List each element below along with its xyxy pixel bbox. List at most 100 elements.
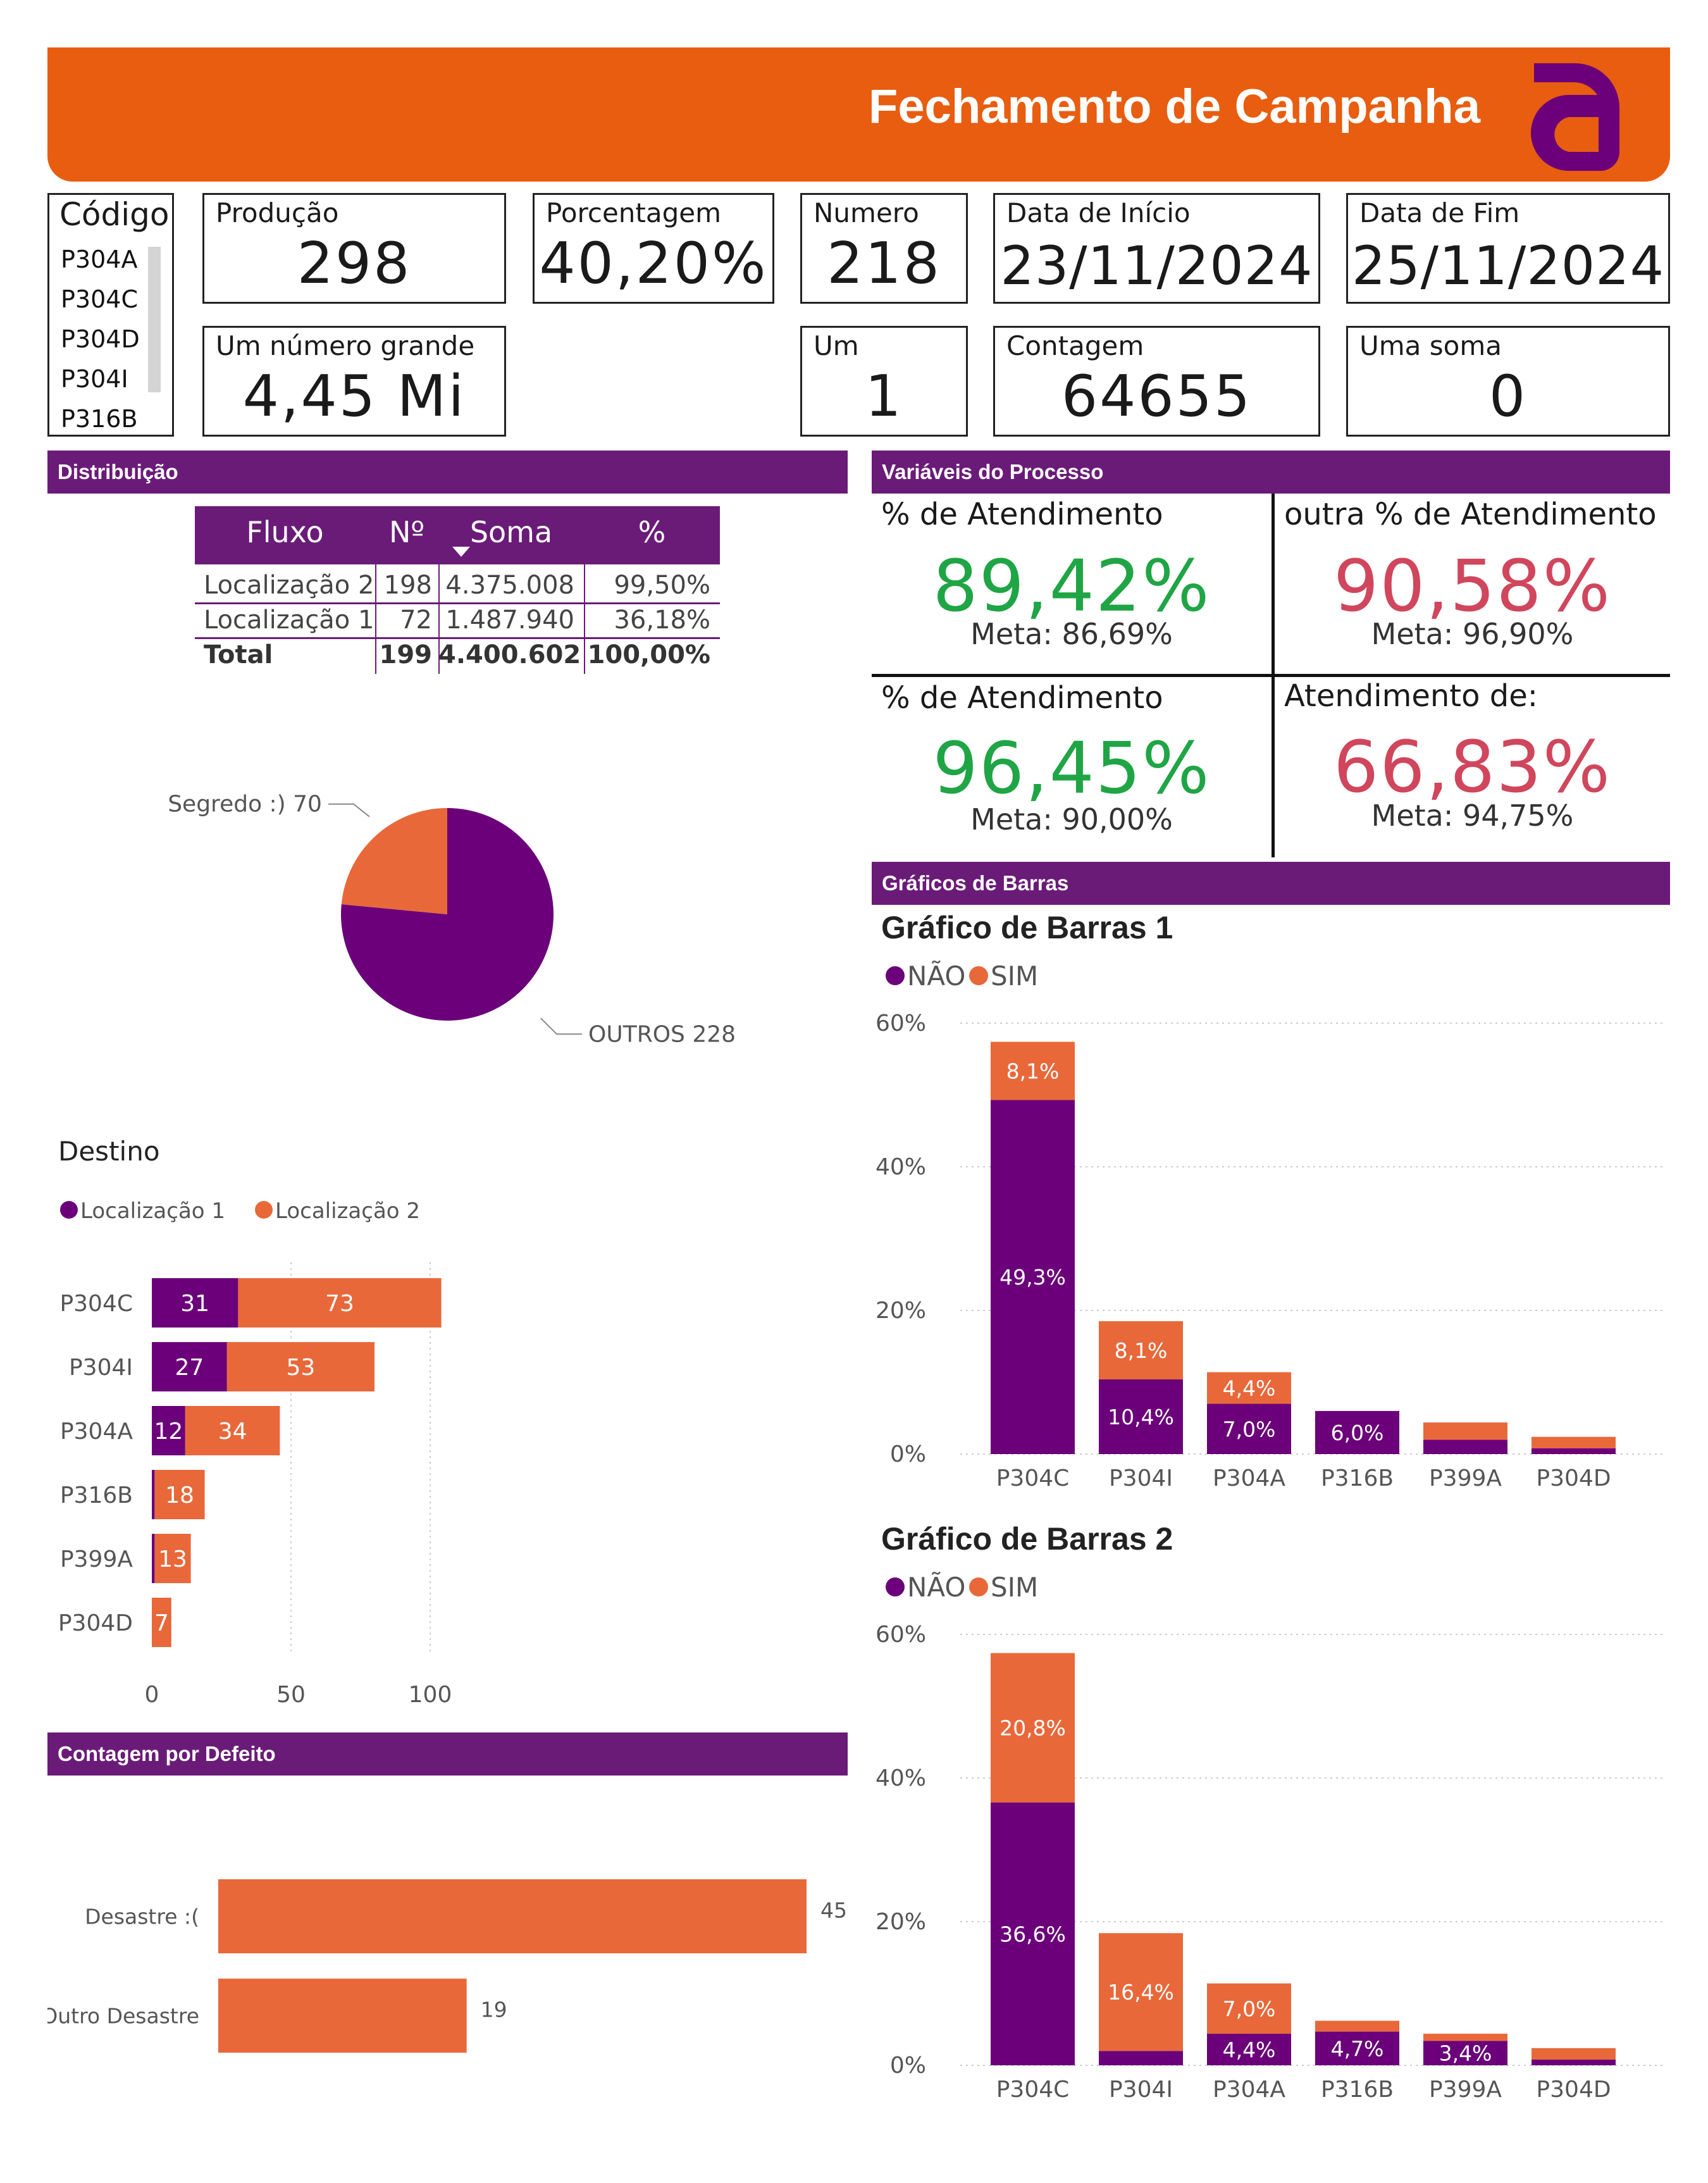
card-numero-grande: Um número grande 4,45 Mi [202, 326, 506, 437]
section-contagem-defeito: Contagem por Defeito [47, 1732, 848, 1776]
pie-label: Segredo :) 70 [168, 792, 322, 818]
data-label: 49,3% [999, 1265, 1066, 1290]
data-label: 3,4% [1439, 2041, 1492, 2066]
table-total-cell: 199 [379, 640, 433, 669]
data-label: 8,1% [1115, 1338, 1168, 1363]
header-bar: Fechamento de Campanha [47, 47, 1670, 182]
y-tick-label: 40% [876, 1154, 926, 1180]
data-label: 31 [180, 1291, 209, 1317]
y-tick-label: P316B [60, 1483, 133, 1508]
data-label: 73 [325, 1291, 354, 1317]
table-cell: 1.487.940 [445, 606, 574, 635]
table-header-n[interactable]: Nº [375, 506, 438, 564]
card-label: Um número grande [216, 330, 475, 361]
data-label: 34 [218, 1419, 247, 1445]
y-tick-label: P399A [60, 1546, 133, 1572]
bar-chart-2: NÃO SIM 0% 20% 40% 60% 36,6% 20,8% P304C 16,4% P30… [876, 1571, 1662, 2103]
codigo-item[interactable]: P304I [61, 365, 128, 393]
codigo-slicer[interactable]: Código P304A P304C P304D P304I P316B [47, 193, 174, 437]
card-value: 298 [297, 230, 412, 297]
x-tick-label: 100 [409, 1682, 452, 1708]
x-tick-label: P399A [1429, 2077, 1502, 2103]
kpi-label: % de Atendimento [881, 497, 1163, 532]
table-header-soma[interactable]: Soma [438, 506, 584, 564]
codigo-item[interactable]: P304D [61, 325, 140, 353]
table-cell: 72 [400, 606, 432, 635]
data-label: 27 [175, 1355, 204, 1381]
section-distribuicao: Distribuição [47, 451, 848, 494]
kpi-value: 89,42% [932, 545, 1211, 628]
table-cell: 36,18% [614, 606, 710, 635]
legend-label: NÃO [907, 960, 965, 992]
codigo-item[interactable]: P304A [61, 246, 137, 273]
pie-leader-line [540, 1017, 583, 1035]
kpi-value: 66,83% [1333, 726, 1612, 809]
table-cell: Localização 2 [204, 571, 374, 600]
card-value: 218 [827, 230, 941, 297]
bar-chart-1: NÃO SIM 0% 20% 40% 60% 49,3% 8,1% P304C 10,4% 8,1%… [876, 960, 1662, 1491]
y-tick-label: P304C [59, 1291, 133, 1317]
codigo-item[interactable]: P316B [61, 405, 138, 433]
table-header-fluxo[interactable]: Fluxo [195, 506, 375, 564]
codigo-scrollbar[interactable] [148, 247, 161, 392]
data-label: 10,4% [1108, 1405, 1174, 1429]
pie-chart: Segredo :) 70 OUTROS 228 [168, 792, 736, 1044]
brand-logo [1531, 63, 1619, 171]
codigo-item[interactable]: P304C [61, 285, 138, 313]
bar-segment [1423, 2034, 1507, 2041]
distribution-table: Fluxo Nº Soma % Localização 2 198 4.375.… [195, 506, 720, 674]
card-label: Um [814, 330, 859, 361]
bar-segment [1532, 2059, 1616, 2065]
kpi-meta: Meta: 96,90% [1371, 617, 1574, 651]
card-label: Uma soma [1359, 330, 1502, 361]
sort-desc-icon [452, 547, 470, 557]
card-label: Produção [216, 197, 339, 228]
legend-marker [255, 1201, 273, 1219]
kpi-meta: Meta: 86,69% [970, 617, 1173, 651]
y-tick-label: Outro Desastre [47, 2004, 199, 2029]
bar-segment [1423, 1440, 1507, 1454]
legend-marker [60, 1201, 78, 1219]
y-tick-label: P304D [58, 1610, 133, 1636]
card-value: 40,20% [539, 230, 768, 297]
card-value: 1 [865, 363, 903, 430]
x-tick-label: P399A [1429, 1465, 1502, 1491]
legend-label: SIM [991, 961, 1038, 992]
legend-marker [886, 966, 905, 985]
table-cell: 198 [383, 571, 432, 600]
section-variaveis: Variáveis do Processo [872, 451, 1670, 494]
card-soma: Uma soma 0 [1346, 326, 1670, 437]
kpi-meta: Meta: 94,75% [1371, 799, 1574, 833]
y-tick-label: 40% [876, 1765, 926, 1791]
y-tick-label: P304A [60, 1419, 133, 1445]
section-graficos: Gráficos de Barras [872, 862, 1670, 905]
pie-label: OUTROS 228 [588, 1021, 736, 1044]
card-label: Data de Início [1006, 197, 1191, 228]
data-label: 20,8% [999, 1716, 1066, 1741]
legend-label: Localização 2 [275, 1198, 420, 1224]
table-header-label: Soma [469, 515, 553, 549]
x-tick-label: P304D [1536, 1465, 1611, 1491]
data-label: 7 [154, 1610, 169, 1636]
bar [218, 1879, 807, 1953]
table-total-cell: 4.400.602 [438, 640, 581, 669]
card-data-inicio: Data de Início 23/11/2024 [993, 193, 1320, 304]
x-tick-label: P316B [1321, 2077, 1394, 2103]
data-label: 4,4% [1223, 2037, 1276, 2062]
table-cell: 4.375.008 [445, 571, 574, 600]
card-value: 0 [1488, 363, 1528, 430]
legend-marker [969, 1577, 988, 1596]
y-tick-label: 0% [890, 1441, 926, 1467]
codigo-label: Código [59, 196, 170, 233]
bar-segment [1099, 2051, 1183, 2065]
kpi-value: 96,45% [932, 728, 1211, 810]
data-label: 4,7% [1331, 2036, 1384, 2061]
data-label: 16,4% [1108, 1980, 1174, 2005]
card-value: 23/11/2024 [1000, 235, 1313, 297]
y-tick-label: 60% [876, 1622, 926, 1648]
table-header-pct[interactable]: % [584, 506, 720, 564]
card-data-fim: Data de Fim 25/11/2024 [1346, 193, 1670, 304]
table-cell: 99,50% [614, 571, 710, 600]
data-label: 36,6% [999, 1922, 1066, 1946]
x-tick-label: P304I [1109, 2077, 1173, 2103]
